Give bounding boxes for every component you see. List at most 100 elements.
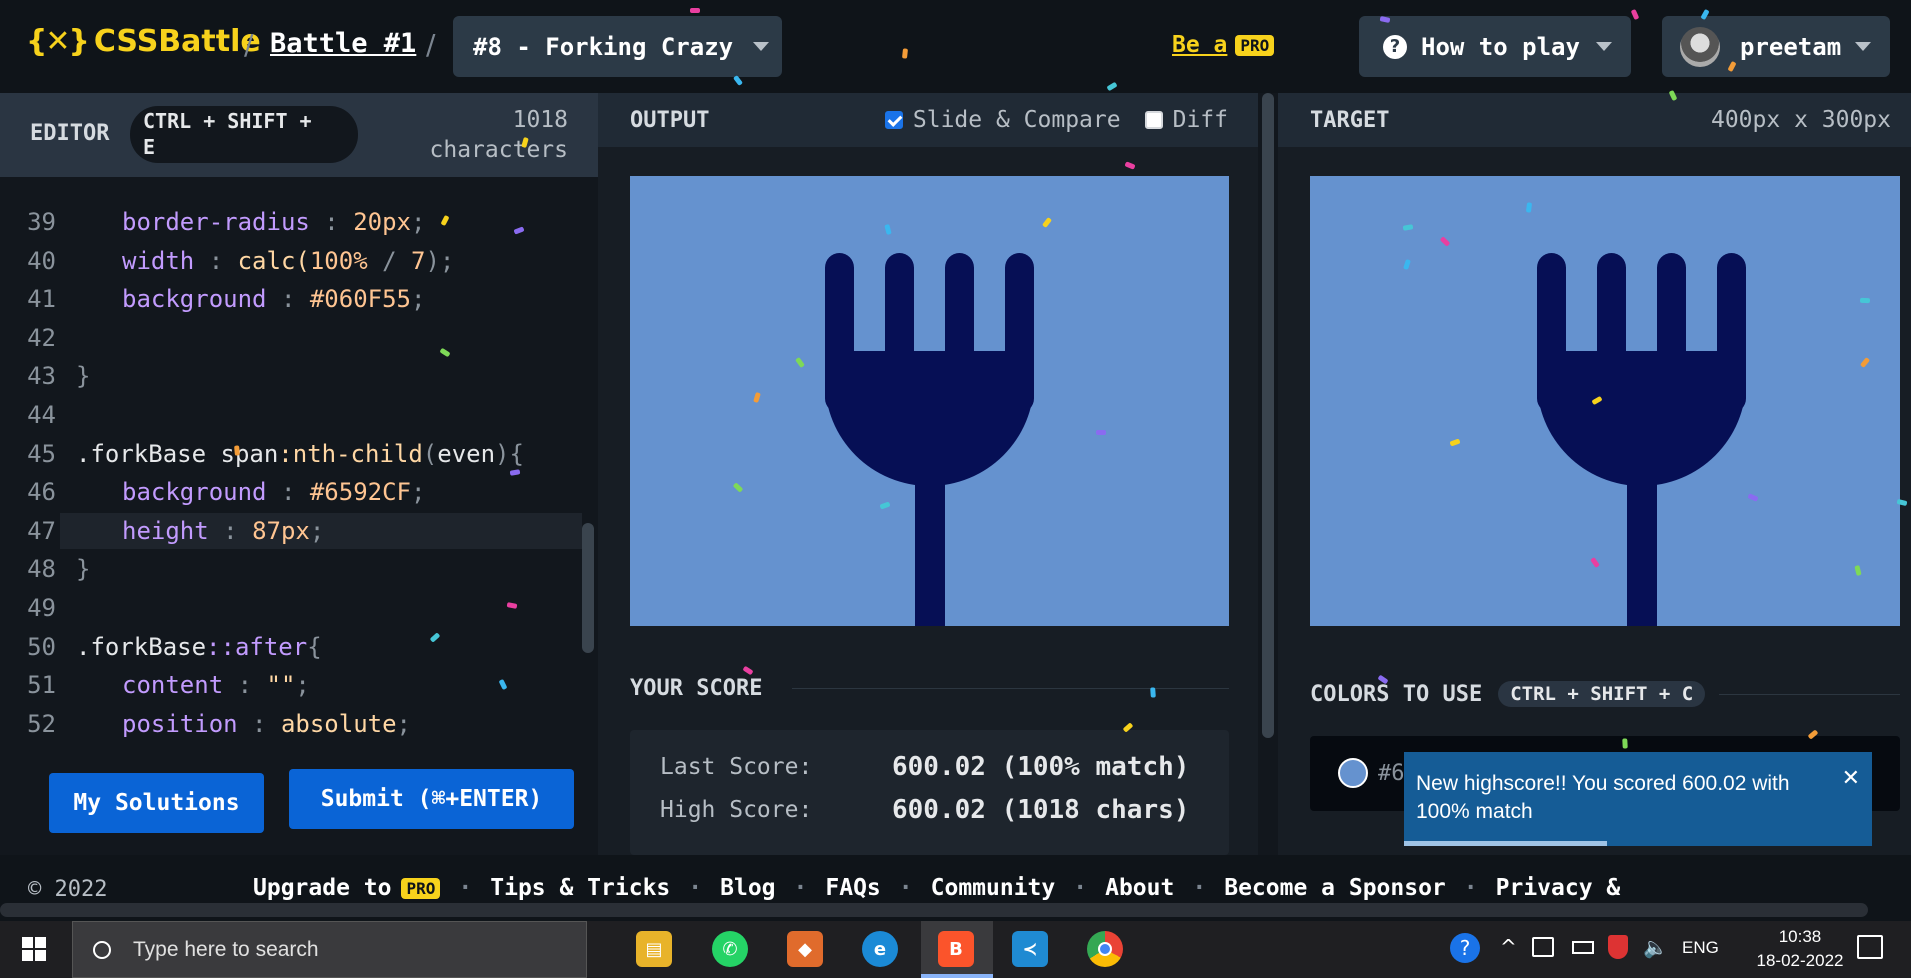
username: preetam [1740,32,1842,61]
windows-start-icon[interactable] [22,937,46,961]
footer-link-about[interactable]: About [1105,875,1174,901]
volume-icon[interactable]: 🔈 [1643,935,1668,959]
battle-link[interactable]: Battle #1 [270,28,416,59]
footer-link-community[interactable]: Community [931,875,1056,901]
target-dimensions: 400px x 300px [1710,107,1891,133]
slide-compare-checkbox[interactable] [884,111,903,129]
shortcut-line: E [143,135,156,159]
output-title: OUTPUT [630,107,710,133]
cssbattle-logo[interactable]: {✕} CSSBattle [26,24,261,59]
diff-checkbox[interactable] [1144,111,1163,129]
color-swatch[interactable] [1338,758,1368,788]
target-panel: TARGET 400px x 300px COLORS TO USE CTRL … [1278,93,1911,855]
code-line: 39 border-radius : 20px; [27,208,426,236]
color-swatch-item[interactable]: #6 [1338,758,1405,788]
your-score-title: YOUR SCORE [630,676,763,701]
colors-shortcut-badge: CTRL + SHIFT + C [1498,681,1706,707]
footer-link-upgrade[interactable]: Upgrade to PRO [253,875,441,901]
how-to-play-dropdown[interactable]: ? How to play [1359,16,1631,77]
code-line: 45 .forkBase span:nth-child(even){ [27,439,524,468]
active-app-indicator [921,974,993,978]
submit-button[interactable]: Submit (⌘+ENTER) [289,769,574,829]
user-menu[interactable]: preetam [1662,16,1890,77]
my-solutions-button[interactable]: My Solutions [49,773,264,833]
footer-dot: · [688,875,703,901]
notifications-icon[interactable] [1857,935,1883,959]
divider [1719,693,1900,695]
help-tray-icon[interactable]: ? [1450,933,1480,963]
footer-link-blog[interactable]: Blog [720,875,775,901]
how-to-play-label: How to play [1421,32,1580,61]
output-canvas[interactable] [630,176,1229,626]
search-icon [93,940,111,959]
vscode-icon[interactable]: ≺ [1012,931,1048,967]
fork-handle [1627,476,1657,626]
code-editor[interactable]: 39 border-radius : 20px; 40 width : calc(1… [0,203,580,743]
cssbattle-app: {✕} CSSBattle / Battle #1 / #8 - Forking… [0,0,1911,978]
close-icon[interactable]: ✕ [1842,766,1860,791]
horizontal-scrollbar[interactable] [0,903,1868,917]
score-heading: YOUR SCORE [630,676,1229,701]
footer-dot: · [898,875,913,901]
pro-badge: PRO [1235,34,1275,56]
target-title: TARGET [1310,107,1390,133]
footer-links: Upgrade to PRO · Tips & Tricks · Blog · … [253,875,1620,901]
chevron-up-icon[interactable]: ^ [1500,935,1517,959]
battery-icon[interactable] [1572,941,1594,954]
code-line: 47 height : 87px; [27,516,325,545]
target-selector-label: #8 - Forking Crazy [473,32,734,61]
logo-mark-icon: {✕} [26,24,90,59]
breadcrumb-separator: / [244,28,254,61]
footer-link-tips[interactable]: Tips & Tricks [490,875,670,901]
highscore-toast: New highscore!! You scored 600.02 with 1… [1404,752,1872,846]
shield-icon[interactable] [1608,935,1628,959]
brave-icon[interactable]: B [938,931,974,967]
editor-panel: EDITOR CTRL + SHIFT + E 1018 characters … [0,93,598,855]
color-hex[interactable]: #6 [1378,761,1405,786]
panel-resize-handle[interactable] [1262,93,1274,738]
chrome-icon[interactable] [1087,931,1123,967]
search-placeholder: Type here to search [133,937,319,961]
code-line: 48} [27,555,91,584]
char-count: 1018 characters [430,105,568,165]
be-a-pro-link[interactable]: Be a PRO [1172,32,1275,58]
footer-link-faqs[interactable]: FAQs [825,875,880,901]
fork-head [1537,351,1746,486]
chevron-down-icon [1855,42,1872,51]
clock[interactable]: 10:38 18-02-2022 [1745,925,1855,973]
file-explorer-icon[interactable]: ▤ [636,931,672,967]
footer-dot: · [1073,875,1088,901]
editor-title: EDITOR [30,121,110,146]
toast-message: New highscore!! You scored 600.02 with 1… [1416,772,1790,823]
code-line: 41 background : #060F55; [27,285,426,314]
high-score-label: High Score: [660,797,813,823]
edge-icon[interactable]: e [862,931,898,967]
last-score-label: Last Score: [660,754,813,780]
git-tool-icon[interactable]: ◆ [787,931,823,967]
shortcut-line: CTRL + SHIFT + [143,109,312,133]
fork-handle [915,476,945,626]
divider [792,688,1229,689]
footer-dot: · [793,875,808,901]
target-image[interactable] [1310,176,1900,626]
footer-dot: · [1192,875,1207,901]
footer-link-sponsor[interactable]: Become a Sponsor [1224,875,1446,901]
whatsapp-icon[interactable]: ✆ [712,931,748,967]
slide-compare-toggle[interactable]: Slide & Compare [884,107,1121,133]
taskbar-search[interactable]: Type here to search [72,921,587,978]
language-indicator[interactable]: ENG [1682,938,1719,958]
code-line: 40 width : calc(100% / 7); [27,246,455,275]
target-selector-dropdown[interactable]: #8 - Forking Crazy [453,16,782,77]
footer-dot: · [1463,875,1478,901]
score-box: Last Score: 600.02 (100% match) High Sco… [630,730,1229,855]
avatar [1680,26,1720,67]
network-icon[interactable] [1532,937,1554,957]
editor-scrollbar[interactable] [582,523,594,653]
be-a-label: Be a [1172,32,1228,58]
footer-link-privacy[interactable]: Privacy & [1496,875,1621,901]
diff-toggle[interactable]: Diff [1144,107,1228,133]
high-score-value: 600.02 (1018 chars) [892,795,1190,825]
panel-divider[interactable] [1258,93,1278,855]
upgrade-label: Upgrade to [253,875,392,901]
colors-to-use-title: COLORS TO USE [1310,681,1483,707]
